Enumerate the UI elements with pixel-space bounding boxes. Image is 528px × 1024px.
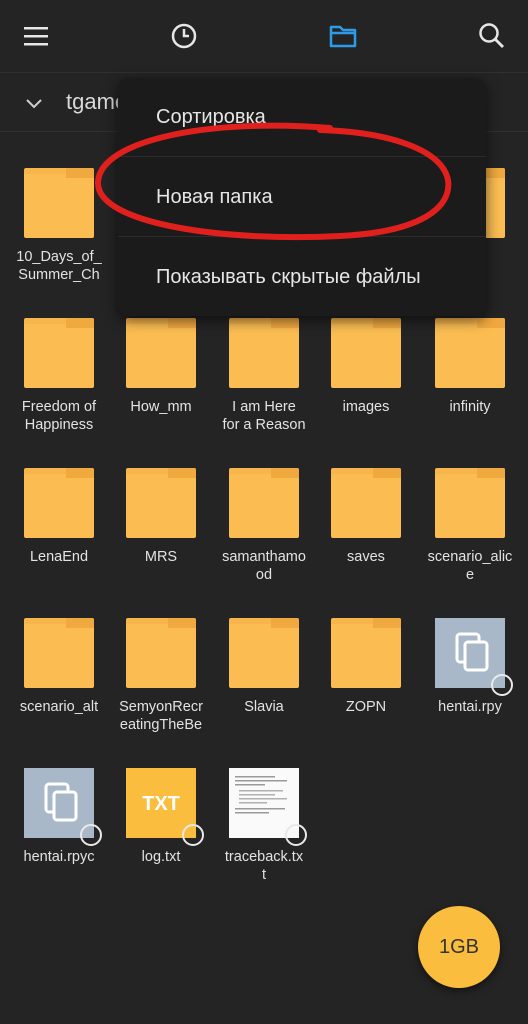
file-label: Slavia — [244, 699, 284, 715]
folder-icon — [24, 168, 94, 238]
folder-item[interactable]: Slavia — [212, 618, 316, 716]
folder-icon — [229, 468, 299, 538]
text-preview-icon — [229, 768, 307, 846]
menu-item-new-folder[interactable]: Новая папка — [156, 186, 273, 209]
file-label: SemyonRecr eatingTheBe — [119, 699, 203, 733]
file-label: hentai.rpy — [438, 699, 502, 715]
folder-item[interactable]: ZOPN — [314, 618, 418, 716]
file-label: How_mm — [130, 399, 192, 415]
folder-icon — [229, 618, 299, 688]
file-label: scenario_alic e — [427, 549, 513, 583]
folder-icon — [126, 468, 196, 538]
folder-icon — [24, 618, 94, 688]
fab-label: 1GB — [438, 935, 480, 958]
menu-item-sort[interactable]: Сортировка — [156, 106, 266, 129]
folder-item[interactable]: SemyonRecr eatingTheBe — [109, 618, 213, 734]
txt-file-icon: TXT — [126, 768, 204, 846]
folder-icon — [331, 318, 401, 388]
folder-icon — [126, 618, 196, 688]
folder-icon — [24, 318, 94, 388]
folder-icon — [126, 318, 196, 388]
folder-item[interactable]: infinity — [418, 318, 522, 416]
overflow-menu: Сортировка Новая папка Показывать скрыты… — [118, 78, 486, 316]
folder-item[interactable]: MRS — [109, 468, 213, 566]
folder-item[interactable]: scenario_alic e — [418, 468, 522, 584]
select-checkbox[interactable] — [491, 674, 513, 696]
folder-icon — [331, 468, 401, 538]
folder-icon — [435, 468, 505, 538]
file-item[interactable]: hentai.rpy — [418, 618, 522, 716]
txt-badge: TXT — [142, 793, 180, 815]
menu-divider — [118, 236, 486, 237]
folder-icon — [435, 318, 505, 388]
file-label: Freedom of Happiness — [21, 399, 97, 433]
folder-item[interactable]: LenaEnd — [7, 468, 111, 566]
document-icon — [24, 768, 102, 846]
file-label: ZOPN — [345, 699, 387, 715]
file-label: log.txt — [141, 849, 181, 865]
folder-icon — [229, 318, 299, 388]
folder-item[interactable]: images — [314, 318, 418, 416]
folder-icon — [331, 618, 401, 688]
file-label: traceback.tx t — [224, 849, 304, 883]
select-checkbox[interactable] — [80, 824, 102, 846]
file-label: 10_Days_of_ Summer_Ch — [16, 249, 102, 283]
folder-item[interactable]: samanthamo od — [212, 468, 316, 584]
folder-item[interactable]: I am Here for a Reason — [212, 318, 316, 434]
file-label: saves — [347, 549, 385, 565]
file-item[interactable]: traceback.tx t — [212, 768, 316, 884]
file-label: MRS — [144, 549, 178, 565]
select-checkbox[interactable] — [182, 824, 204, 846]
file-label: I am Here for a Reason — [222, 399, 306, 433]
folder-item[interactable]: saves — [314, 468, 418, 566]
file-item[interactable]: hentai.rpyc — [7, 768, 111, 866]
folder-icon — [24, 468, 94, 538]
file-label: LenaEnd — [29, 549, 89, 565]
file-label: images — [342, 399, 390, 415]
menu-divider — [118, 156, 486, 157]
folder-item[interactable]: 10_Days_of_ Summer_Ch — [7, 168, 111, 284]
file-item[interactable]: TXT log.txt — [109, 768, 213, 866]
menu-item-show-hidden[interactable]: Показывать скрытые файлы — [156, 266, 421, 289]
select-checkbox[interactable] — [285, 824, 307, 846]
file-label: infinity — [449, 399, 491, 415]
file-label: scenario_alt — [19, 699, 99, 715]
storage-fab[interactable]: 1GB — [418, 906, 500, 988]
folder-item[interactable]: scenario_alt — [7, 618, 111, 716]
folder-item[interactable]: Freedom of Happiness — [7, 318, 111, 434]
document-icon — [435, 618, 513, 696]
file-label: hentai.rpyc — [23, 849, 95, 865]
file-label: samanthamo od — [222, 549, 306, 583]
folder-item[interactable]: How_mm — [109, 318, 213, 416]
